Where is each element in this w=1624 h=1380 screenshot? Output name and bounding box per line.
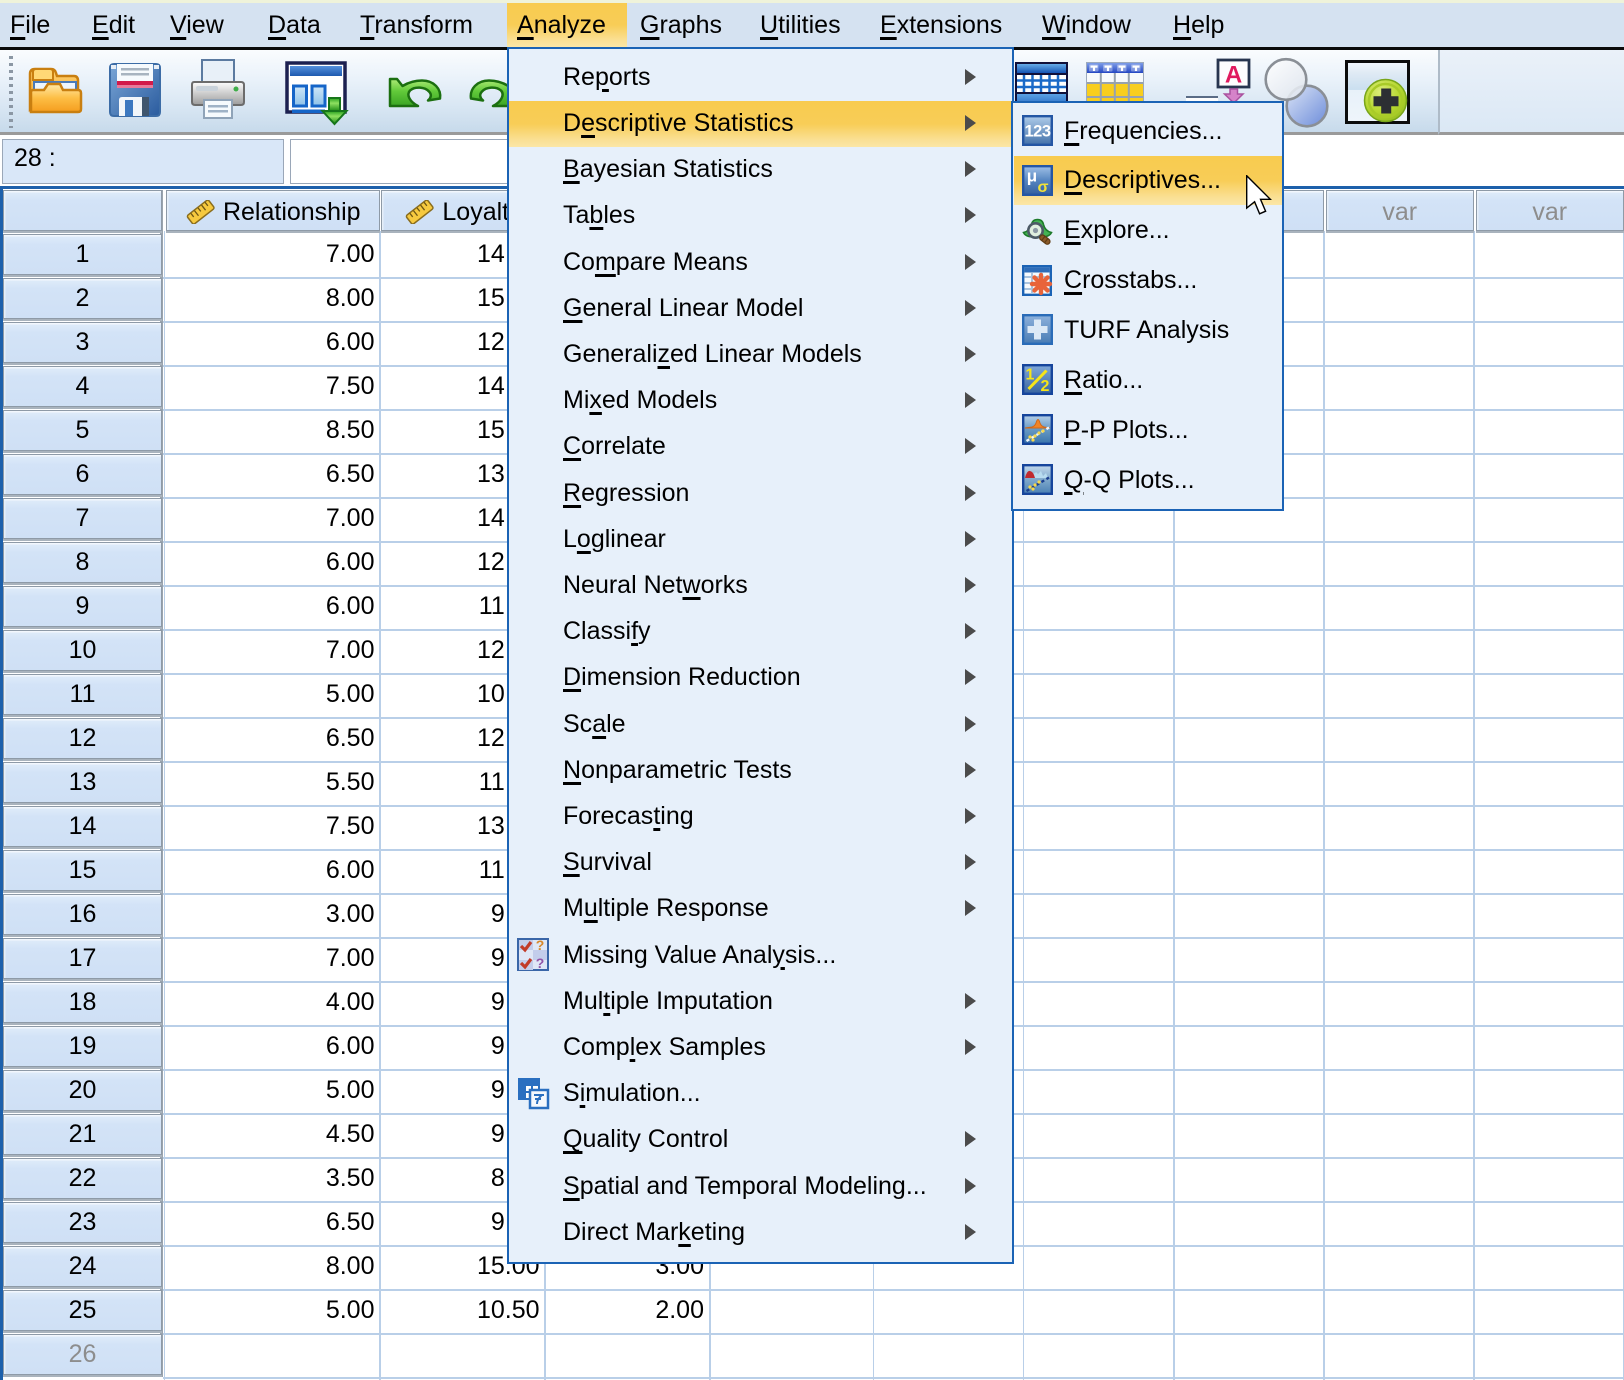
svg-text:1: 1	[1026, 367, 1035, 384]
svg-text:?: ?	[536, 938, 545, 953]
svg-text:?: ?	[536, 955, 545, 971]
svg-text:2: 2	[1041, 378, 1050, 395]
svg-text:A: A	[1225, 62, 1242, 89]
svg-text:123: 123	[1024, 123, 1050, 141]
svg-text:σ: σ	[1038, 179, 1049, 196]
svg-text:μ: μ	[1027, 166, 1037, 185]
